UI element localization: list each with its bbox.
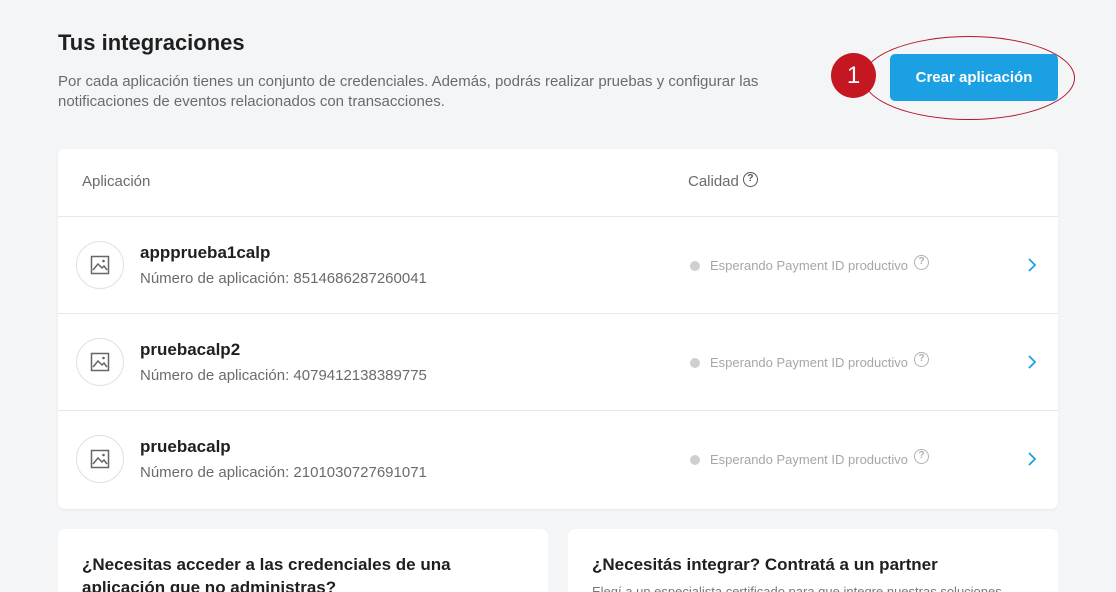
table-row[interactable]: appprueba1calp Número de aplicación: 851… [58,217,1058,314]
applications-table: Aplicación Calidad ? appprueba1calp Núme… [58,149,1058,509]
annotation-step-badge: 1 [831,53,876,98]
create-application-button[interactable]: Crear aplicación [890,54,1058,101]
question-circle-icon[interactable]: ? [914,352,929,367]
chevron-right-icon[interactable] [1024,256,1040,274]
status-dot-icon [690,357,700,368]
image-placeholder-icon [76,338,124,386]
table-row[interactable]: pruebacalp2 Número de aplicación: 407941… [58,314,1058,411]
column-header-quality: Calidad ? [688,172,758,190]
question-circle-icon[interactable]: ? [914,449,929,464]
app-name[interactable]: pruebacalp [140,437,231,457]
chevron-right-icon[interactable] [1024,353,1040,371]
integrations-page: Tus integraciones Por cada aplicación ti… [0,0,1116,592]
status-dot-icon [690,260,700,271]
partner-card-title: ¿Necesitás integrar? Contratá a un partn… [592,555,938,574]
status-dot-icon [690,454,700,465]
quality-status-label: Esperando Payment ID productivo [710,258,908,273]
partner-card-text: Elegí a un especialista certificado para… [592,584,1002,592]
column-header-quality-label: Calidad [688,173,739,190]
table-header: Aplicación Calidad ? [58,149,1058,217]
quality-status: Esperando Payment ID productivo ? [690,255,929,273]
page-title: Tus integraciones [58,30,245,55]
credentials-help-card: ¿Necesitas acceder a las credenciales de… [58,529,548,592]
question-circle-icon[interactable]: ? [914,255,929,270]
quality-status-label: Esperando Payment ID productivo [710,452,908,467]
image-placeholder-icon [76,435,124,483]
quality-status: Esperando Payment ID productivo ? [690,352,929,370]
credentials-help-title: ¿Necesitas acceder a las credenciales de… [82,555,451,592]
app-number: Número de aplicación: 8514686287260041 [140,270,427,287]
quality-status: Esperando Payment ID productivo ? [690,449,929,467]
chevron-right-icon[interactable] [1024,450,1040,468]
partner-card: ¿Necesitás integrar? Contratá a un partn… [568,529,1058,592]
image-placeholder-icon [76,241,124,289]
app-number: Número de aplicación: 2101030727691071 [140,464,427,481]
column-header-application: Aplicación [82,173,151,190]
app-name[interactable]: appprueba1calp [140,243,270,263]
quality-status-label: Esperando Payment ID productivo [710,355,908,370]
app-name[interactable]: pruebacalp2 [140,340,240,360]
table-row[interactable]: pruebacalp Número de aplicación: 2101030… [58,411,1058,508]
app-number: Número de aplicación: 4079412138389775 [140,367,427,384]
page-subtitle: Por cada aplicación tienes un conjunto d… [58,73,759,110]
question-circle-icon[interactable]: ? [742,172,758,187]
